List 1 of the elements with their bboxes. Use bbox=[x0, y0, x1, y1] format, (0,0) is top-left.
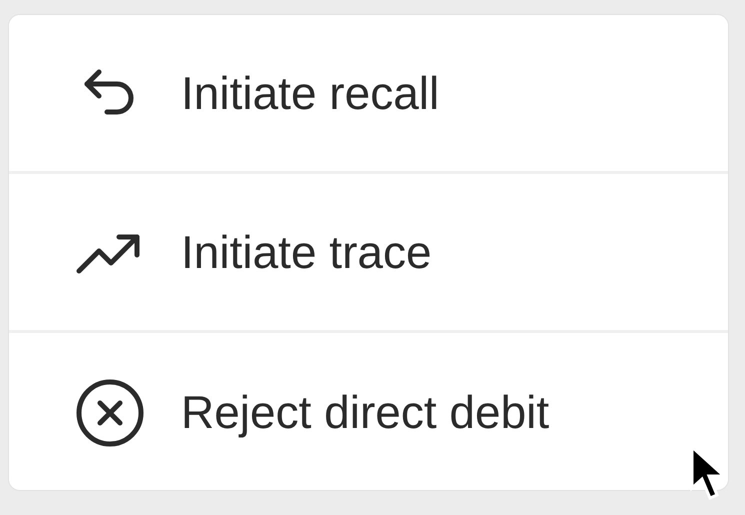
menu-item[interactable]: Initiate recall bbox=[9, 15, 728, 174]
